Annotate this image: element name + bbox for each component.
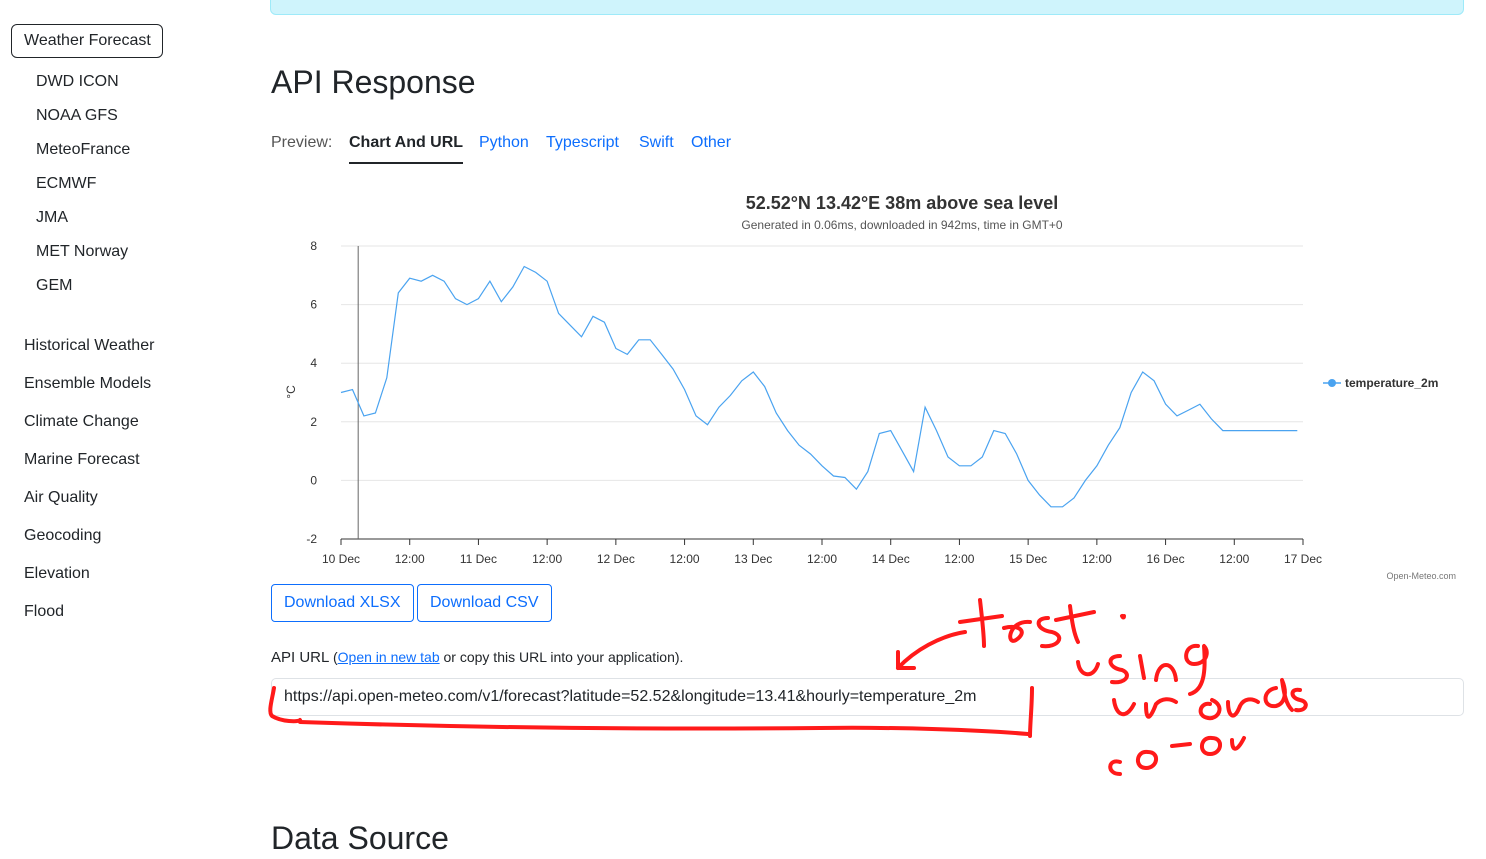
main-nav: Historical Weather Ensemble Models Clima… — [24, 327, 154, 631]
sidebar-nav: Weather Forecast DWD ICON NOAA GFS Meteo… — [0, 0, 250, 859]
api-response-heading: API Response — [271, 64, 476, 100]
legend-marker — [1328, 379, 1336, 387]
info-alert — [270, 0, 1464, 15]
x-tick-label: 12:00 — [395, 552, 425, 566]
api-url-label: API URL (Open in new tab or copy this UR… — [271, 649, 683, 666]
nav-item-ecmwf[interactable]: ECMWF — [36, 167, 130, 201]
preview-label: Preview: — [271, 134, 333, 151]
nav-item-noaa-gfs[interactable]: NOAA GFS — [36, 99, 130, 133]
y-tick-label: 4 — [310, 356, 317, 370]
x-tick-label: 13 Dec — [734, 552, 772, 566]
x-tick-label: 14 Dec — [872, 552, 910, 566]
x-tick-label: 12 Dec — [597, 552, 635, 566]
y-tick-label: 8 — [310, 239, 317, 253]
x-tick-label: 12:00 — [1219, 552, 1249, 566]
y-tick-label: 0 — [310, 473, 317, 487]
nav-item-jma[interactable]: JMA — [36, 201, 130, 235]
chart-svg[interactable]: 52.52°N 13.42°E 38m above sea level Gener… — [271, 186, 1464, 586]
x-tick-label: 11 Dec — [460, 552, 497, 566]
nav-item-marine-forecast[interactable]: Marine Forecast — [24, 441, 154, 479]
nav-item-flood[interactable]: Flood — [24, 593, 154, 631]
chart-subtitle: Generated in 0.06ms, downloaded in 942ms… — [741, 218, 1062, 232]
x-tick-label: 17 Dec — [1284, 552, 1322, 566]
tab-other[interactable]: Other — [691, 134, 731, 152]
nav-item-met-norway[interactable]: MET Norway — [36, 235, 130, 269]
temperature-chart: 52.52°N 13.42°E 38m above sea level Gener… — [271, 186, 1464, 586]
subnav-forecast-models: DWD ICON NOAA GFS MeteoFrance ECMWF JMA … — [36, 65, 130, 303]
legend-label: temperature_2m — [1345, 376, 1438, 390]
nav-item-elevation[interactable]: Elevation — [24, 555, 154, 593]
nav-item-geocoding[interactable]: Geocoding — [24, 517, 154, 555]
chart-credit: Open-Meteo.com — [1386, 571, 1456, 581]
data-source-heading: Data Source — [271, 820, 449, 856]
nav-item-climate-change[interactable]: Climate Change — [24, 403, 154, 441]
x-tick-label: 12:00 — [670, 552, 700, 566]
series-line-temperature-2m — [340, 265, 1298, 508]
api-url-hint: or copy this URL into your application). — [439, 649, 684, 665]
x-tick-label: 16 Dec — [1147, 552, 1185, 566]
x-tick-label: 15 Dec — [1009, 552, 1047, 566]
tab-python[interactable]: Python — [479, 134, 529, 152]
x-tick-label: 12:00 — [807, 552, 837, 566]
x-tick-label: 12:00 — [1082, 552, 1112, 566]
nav-item-ensemble-models[interactable]: Ensemble Models — [24, 365, 154, 403]
nav-item-historical-weather[interactable]: Historical Weather — [24, 327, 154, 365]
download-csv-button[interactable]: Download CSV — [417, 584, 552, 622]
nav-item-dwd-icon[interactable]: DWD ICON — [36, 65, 130, 99]
chart-title: 52.52°N 13.42°E 38m above sea level — [746, 193, 1059, 213]
y-tick-label: 6 — [310, 298, 317, 312]
y-tick-label: -2 — [306, 532, 317, 546]
nav-item-meteofrance[interactable]: MeteoFrance — [36, 133, 130, 167]
x-tick-label: 12:00 — [532, 552, 562, 566]
api-url-input[interactable] — [271, 678, 1464, 716]
y-tick-label: 2 — [310, 415, 317, 429]
api-url-title: API URL — [271, 649, 329, 666]
tab-chart-and-url[interactable]: Chart And URL — [349, 134, 464, 164]
nav-item-air-quality[interactable]: Air Quality — [24, 479, 154, 517]
y-axis-label: °C — [284, 385, 298, 399]
download-xlsx-button[interactable]: Download XLSX — [271, 584, 414, 622]
tab-typescript[interactable]: Typescript — [546, 134, 619, 152]
tab-swift[interactable]: Swift — [639, 134, 674, 152]
nav-item-gem[interactable]: GEM — [36, 269, 130, 303]
nav-weather-forecast[interactable]: Weather Forecast — [11, 24, 163, 58]
x-tick-label: 12:00 — [944, 552, 974, 566]
x-tick-label: 10 Dec — [322, 552, 360, 566]
open-in-new-tab-link[interactable]: Open in new tab — [338, 649, 440, 665]
